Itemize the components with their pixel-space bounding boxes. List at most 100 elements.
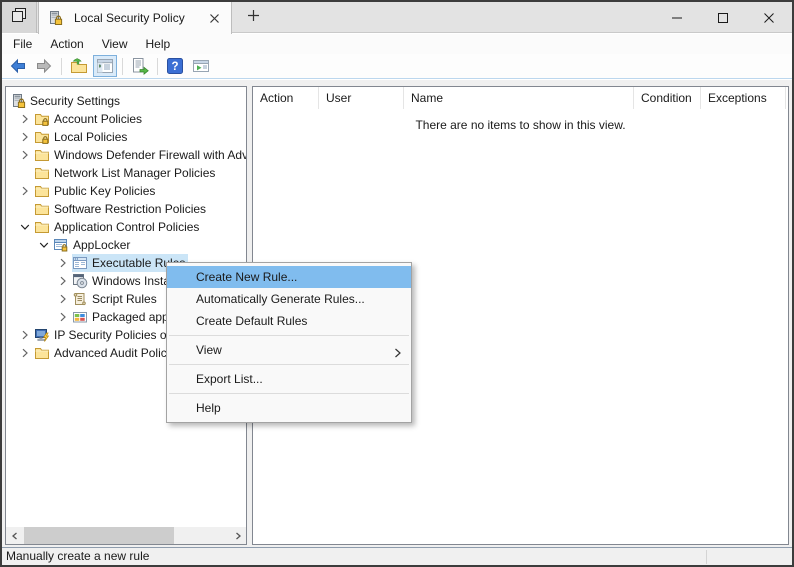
scroll-right-icon[interactable] bbox=[229, 527, 246, 544]
chevron-right-icon[interactable] bbox=[54, 308, 72, 326]
tree-horizontal-scrollbar[interactable] bbox=[6, 527, 246, 544]
titlebar: Local Security Policy bbox=[2, 2, 792, 33]
context-menu-item-view[interactable]: View bbox=[167, 339, 411, 361]
tree-item-label: Software Restriction Policies bbox=[54, 200, 206, 218]
help-icon: ? bbox=[166, 57, 184, 75]
window-group-icon bbox=[10, 6, 28, 29]
up-one-level-button[interactable] bbox=[67, 55, 91, 77]
export-list-icon bbox=[131, 57, 149, 75]
chevron-right-icon[interactable] bbox=[16, 344, 34, 362]
column-header-condition[interactable]: Condition bbox=[634, 87, 701, 109]
window-group-button[interactable] bbox=[2, 2, 37, 33]
status-text: Manually create a new rule bbox=[6, 549, 149, 563]
context-menu-item-create-default-rules[interactable]: Create Default Rules bbox=[167, 310, 411, 332]
context-menu-item-help[interactable]: Help bbox=[167, 397, 411, 419]
scrollbar-track[interactable] bbox=[23, 527, 229, 544]
chevron-right-icon[interactable] bbox=[54, 272, 72, 290]
tree-item-label: Security Settings bbox=[30, 92, 120, 110]
help-button[interactable]: ? bbox=[163, 55, 187, 77]
column-header-name[interactable]: Name bbox=[404, 87, 634, 109]
folder-icon bbox=[34, 147, 50, 163]
tab-title: Local Security Policy bbox=[74, 11, 205, 25]
tree-item-network-list-manager-policies[interactable]: Network List Manager Policies bbox=[6, 164, 246, 182]
folder-icon bbox=[34, 183, 50, 199]
context-menu-separator bbox=[169, 393, 409, 394]
tab-close-icon[interactable] bbox=[205, 9, 223, 27]
tree-item-label: Account Policies bbox=[54, 110, 142, 128]
installer-rules-icon bbox=[72, 273, 88, 289]
folder-icon bbox=[34, 219, 50, 235]
context-menu-item-create-new-rule[interactable]: Create New Rule... bbox=[167, 266, 411, 288]
script-rules-icon bbox=[72, 291, 88, 307]
chevron-down-icon[interactable] bbox=[35, 236, 53, 254]
column-header-action[interactable]: Action bbox=[253, 87, 319, 109]
context-menu-item-automatically-generate-rules[interactable]: Automatically Generate Rules... bbox=[167, 288, 411, 310]
close-icon bbox=[763, 12, 775, 24]
folder-icon bbox=[34, 201, 50, 217]
chevron-right-icon[interactable] bbox=[54, 290, 72, 308]
tree-item-application-control-policies[interactable]: Application Control Policies bbox=[6, 218, 246, 236]
tree-item-account-policies[interactable]: Account Policies bbox=[6, 110, 246, 128]
scrollbar-thumb[interactable] bbox=[24, 527, 174, 544]
folder-lock-icon bbox=[34, 129, 50, 145]
column-header-exceptions[interactable]: Exceptions bbox=[701, 87, 786, 109]
column-header-filler bbox=[786, 87, 788, 109]
folder-icon bbox=[34, 345, 50, 361]
chevron-spacer bbox=[16, 164, 34, 182]
toolbar-separator bbox=[122, 58, 123, 75]
context-menu-separator bbox=[169, 335, 409, 336]
tree-item-security-settings[interactable]: Security Settings bbox=[6, 92, 246, 110]
action-pane-toggle-button[interactable] bbox=[189, 55, 213, 77]
tree-item-public-key-policies[interactable]: Public Key Policies bbox=[6, 182, 246, 200]
toolbar-separator bbox=[157, 58, 158, 75]
menu-action[interactable]: Action bbox=[41, 34, 92, 54]
action-pane-toggle-icon bbox=[192, 57, 210, 75]
back-arrow-icon bbox=[9, 57, 27, 75]
tree-item-applocker[interactable]: AppLocker bbox=[6, 236, 246, 254]
forward-arrow-button[interactable] bbox=[32, 55, 56, 77]
menu-file[interactable]: File bbox=[4, 34, 41, 54]
list-header: ActionUserNameConditionExceptions bbox=[253, 87, 788, 109]
tree-item-local-policies[interactable]: Local Policies bbox=[6, 128, 246, 146]
chevron-right-icon[interactable] bbox=[16, 128, 34, 146]
back-arrow-button[interactable] bbox=[6, 55, 30, 77]
tree-item-label: Script Rules bbox=[92, 290, 157, 308]
tab-local-security-policy[interactable]: Local Security Policy bbox=[38, 2, 232, 34]
ip-security-icon bbox=[34, 327, 50, 343]
minimize-button[interactable] bbox=[654, 2, 700, 33]
new-tab-button[interactable] bbox=[236, 2, 270, 33]
tree-item-windows-defender-firewall-with-advanced-security[interactable]: Windows Defender Firewall with Advanced … bbox=[6, 146, 246, 164]
context-menu-item-export-list[interactable]: Export List... bbox=[167, 368, 411, 390]
context-menu-separator bbox=[169, 364, 409, 365]
svg-text:?: ? bbox=[171, 61, 178, 73]
folder-icon bbox=[34, 165, 50, 181]
menu-view[interactable]: View bbox=[93, 34, 137, 54]
close-button[interactable] bbox=[746, 2, 792, 33]
tree-item-label: Network List Manager Policies bbox=[54, 164, 215, 182]
local-security-policy-window: Local Security Policy FileActionViewHelp… bbox=[0, 0, 794, 567]
chevron-right-icon[interactable] bbox=[16, 326, 34, 344]
chevron-right-icon[interactable] bbox=[16, 146, 34, 164]
packaged-app-rules-icon bbox=[72, 309, 88, 325]
local-security-policy-icon bbox=[47, 10, 63, 26]
toolbar-separator bbox=[61, 58, 62, 75]
applocker-icon bbox=[53, 237, 69, 253]
tree-item-label: Local Policies bbox=[54, 128, 127, 146]
maximize-button[interactable] bbox=[700, 2, 746, 33]
tree-item-software-restriction-policies[interactable]: Software Restriction Policies bbox=[6, 200, 246, 218]
chevron-right-icon[interactable] bbox=[16, 110, 34, 128]
chevron-down-icon[interactable] bbox=[16, 218, 34, 236]
menu-help[interactable]: Help bbox=[137, 34, 180, 54]
export-list-button[interactable] bbox=[128, 55, 152, 77]
context-menu: Create New Rule...Automatically Generate… bbox=[166, 262, 412, 423]
chevron-spacer bbox=[16, 200, 34, 218]
console-tree-toggle-button[interactable] bbox=[93, 55, 117, 77]
column-header-user[interactable]: User bbox=[319, 87, 404, 109]
scroll-left-icon[interactable] bbox=[6, 527, 23, 544]
chevron-right-icon[interactable] bbox=[16, 182, 34, 200]
security-settings-icon bbox=[10, 93, 26, 109]
minimize-icon bbox=[671, 12, 683, 24]
chevron-right-icon[interactable] bbox=[54, 254, 72, 272]
toolbar: ? bbox=[2, 54, 792, 79]
folder-lock-icon bbox=[34, 111, 50, 127]
